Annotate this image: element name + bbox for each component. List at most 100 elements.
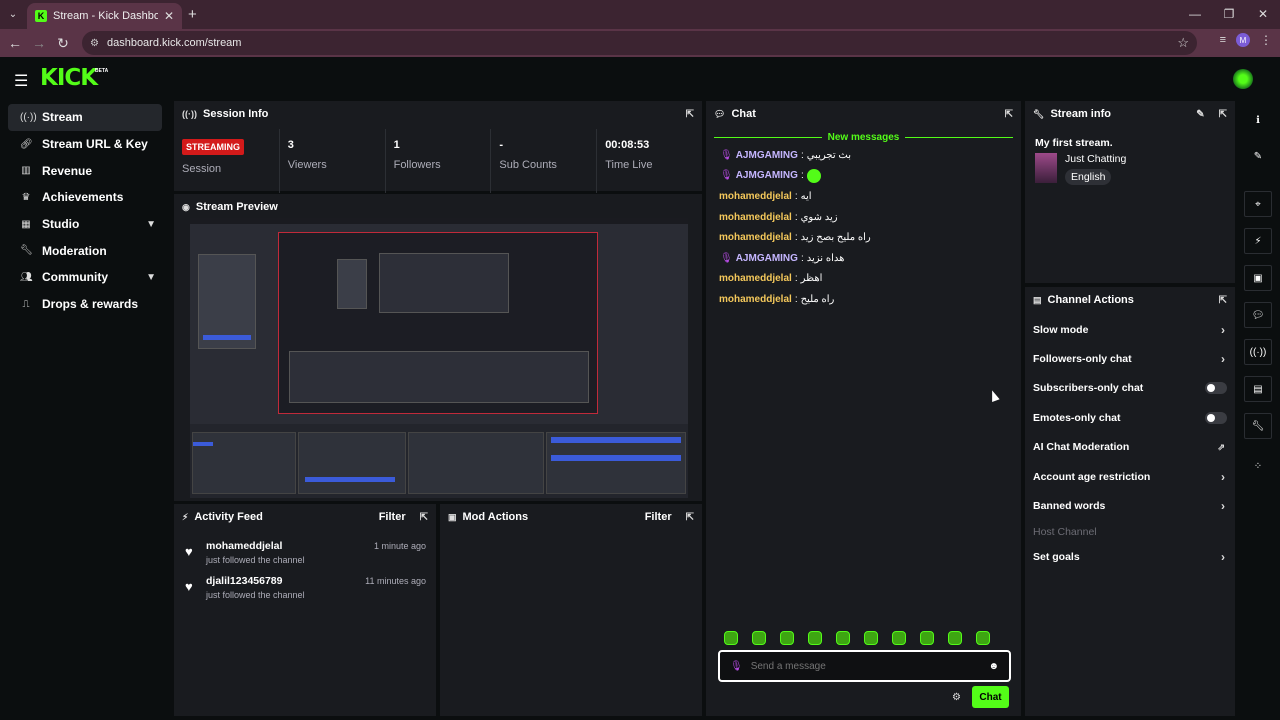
- chevron-right-icon: ›: [1221, 469, 1225, 484]
- sidebar-item-stream[interactable]: ((·)) Stream: [8, 104, 162, 131]
- chevron-down-icon[interactable]: ▼: [146, 272, 156, 283]
- sidebar-item-community[interactable]: 👥︎ Community ▼: [8, 264, 162, 291]
- omnibox[interactable]: ⚙ dashboard.kick.com/stream ☆: [82, 31, 1197, 55]
- popout-icon[interactable]: ⇱: [686, 512, 694, 523]
- chat-username[interactable]: AJMGAMING: [736, 170, 798, 181]
- slow-mode-row[interactable]: Slow mode ›: [1025, 315, 1235, 344]
- set-goals-row[interactable]: Set goals ›: [1025, 543, 1235, 572]
- chat-bubble-icon: 💬︎: [714, 108, 726, 119]
- sidebar-item-drops-rewards[interactable]: ⎍ Drops & rewards: [8, 291, 162, 318]
- new-tab-icon[interactable]: +: [188, 6, 197, 23]
- emote-icon[interactable]: [976, 631, 990, 645]
- sidebar-item-revenue[interactable]: ▥ Revenue: [8, 157, 162, 184]
- chat-username[interactable]: AJMGAMING: [736, 253, 798, 264]
- sidebar-item-achievements[interactable]: ♛ Achievements: [8, 184, 162, 211]
- sidebar-item-studio[interactable]: ▦ Studio ▼: [8, 211, 162, 238]
- emote-picker-icon[interactable]: ☻: [988, 661, 999, 672]
- edit-pencil-icon[interactable]: ✎: [1244, 143, 1272, 169]
- chat-send-button[interactable]: Chat: [972, 686, 1009, 708]
- popout-icon[interactable]: ⇱: [1219, 109, 1227, 120]
- subscribers-only-toggle[interactable]: [1205, 382, 1227, 395]
- close-window-icon[interactable]: ✕: [1246, 0, 1280, 29]
- status-badge: STREAMING: [182, 139, 244, 155]
- chat-username[interactable]: AJMGAMING: [736, 150, 798, 161]
- tab-search-icon[interactable]: ⌄: [2, 4, 24, 26]
- sidebar-item-stream-url-key[interactable]: 🔗︎ Stream URL & Key: [8, 131, 162, 158]
- emote-icon[interactable]: [892, 631, 906, 645]
- activity-user[interactable]: mohameddjelal: [206, 540, 282, 552]
- emote-icon[interactable]: [920, 631, 934, 645]
- app-header: ☰ KICK BETA: [0, 57, 1280, 99]
- more-panels-icon[interactable]: ⁘: [1244, 453, 1272, 479]
- chat-message: mohameddjelal: راه مليح: [719, 293, 835, 305]
- emotes-only-toggle[interactable]: [1205, 411, 1227, 424]
- kick-logo[interactable]: KICK: [40, 65, 98, 91]
- chat-username[interactable]: mohameddjelal: [719, 232, 792, 243]
- profile-avatar[interactable]: M: [1236, 33, 1250, 47]
- emote-icon[interactable]: [808, 631, 822, 645]
- chat-text: زيد شوي: [800, 211, 838, 223]
- lightning-icon[interactable]: ⚡︎: [1244, 228, 1272, 254]
- popout-icon[interactable]: ⇱: [686, 109, 694, 120]
- emote-icon[interactable]: [780, 631, 794, 645]
- panel-title: Mod Actions: [462, 511, 529, 523]
- stream-preview-video[interactable]: [190, 218, 688, 498]
- chat-username[interactable]: mohameddjelal: [719, 294, 792, 305]
- chat-message: mohameddjelal: اهظر: [719, 273, 823, 285]
- hamburger-menu-icon[interactable]: ☰: [14, 71, 28, 91]
- activity-user[interactable]: djalil123456789: [206, 575, 282, 587]
- chat-message-input[interactable]: [750, 660, 981, 672]
- emote-icon[interactable]: [752, 631, 766, 645]
- ai-moderation-row[interactable]: AI Chat Moderation ⇗: [1025, 433, 1235, 462]
- chat-username[interactable]: mohameddjelal: [719, 273, 792, 284]
- browser-menu-icon[interactable]: ⋮: [1260, 33, 1272, 47]
- filter-button[interactable]: Filter: [379, 511, 406, 523]
- user-avatar[interactable]: [1233, 69, 1253, 89]
- url-text[interactable]: dashboard.kick.com/stream: [107, 37, 1169, 49]
- popout-icon[interactable]: ⇱: [1005, 109, 1013, 120]
- emote-icon[interactable]: [724, 631, 738, 645]
- restore-icon[interactable]: ❐: [1212, 0, 1246, 29]
- wrench-icon[interactable]: 🔧︎: [1244, 413, 1272, 439]
- action-label: Set goals: [1033, 551, 1080, 564]
- action-label: Banned words: [1033, 500, 1106, 513]
- popout-icon[interactable]: ⇱: [420, 512, 428, 523]
- chat-username[interactable]: mohameddjelal: [719, 212, 792, 223]
- panel-title: Stream info: [1050, 108, 1111, 120]
- subs-value: -: [499, 139, 504, 151]
- mod-shield-icon[interactable]: ▣: [1244, 265, 1272, 291]
- forward-icon[interactable]: →: [27, 35, 51, 51]
- chat-settings-icon[interactable]: ⚙: [952, 692, 961, 703]
- filter-button[interactable]: Filter: [645, 511, 672, 523]
- chat-username[interactable]: mohameddjelal: [719, 191, 792, 202]
- sidebar-item-moderation[interactable]: 🔧︎ Moderation: [8, 237, 162, 264]
- banned-words-row[interactable]: Banned words ›: [1025, 491, 1235, 520]
- channel-actions-icon[interactable]: ▤: [1244, 376, 1272, 402]
- session-icon[interactable]: ⌖: [1244, 191, 1272, 217]
- emote-icon[interactable]: [836, 631, 850, 645]
- edit-pencil-icon[interactable]: ✎: [1196, 109, 1204, 120]
- info-icon[interactable]: ℹ: [1244, 107, 1272, 133]
- chevron-down-icon[interactable]: ▼: [146, 219, 156, 230]
- new-messages-divider[interactable]: New messages: [706, 129, 1021, 145]
- action-label: Emotes-only chat: [1033, 411, 1121, 424]
- site-info-icon[interactable]: ⚙: [90, 38, 99, 49]
- media-control-icon[interactable]: ≡: [1220, 34, 1226, 46]
- chat-bubble-icon[interactable]: 💬︎: [1244, 302, 1272, 328]
- bookmark-star-icon[interactable]: ☆: [1177, 35, 1189, 51]
- reload-icon[interactable]: ↻: [51, 35, 75, 52]
- close-tab-icon[interactable]: ✕: [164, 9, 174, 23]
- emote-icon[interactable]: [864, 631, 878, 645]
- preview-window: [198, 254, 256, 349]
- sidebar-item-label: Stream: [42, 110, 83, 125]
- viewers-value: 3: [287, 139, 294, 151]
- time-live-value: 00:08:53: [605, 139, 650, 151]
- followers-only-row[interactable]: Followers-only chat ›: [1025, 344, 1235, 373]
- browser-tab[interactable]: K Stream - Kick Dashboard ✕: [27, 3, 182, 29]
- popout-icon[interactable]: ⇱: [1219, 295, 1227, 306]
- broadcast-icon[interactable]: ((·)): [1244, 339, 1272, 365]
- emote-icon[interactable]: [948, 631, 962, 645]
- back-icon[interactable]: ←: [3, 35, 27, 51]
- minimize-icon[interactable]: —: [1178, 0, 1212, 29]
- account-age-row[interactable]: Account age restriction ›: [1025, 462, 1235, 491]
